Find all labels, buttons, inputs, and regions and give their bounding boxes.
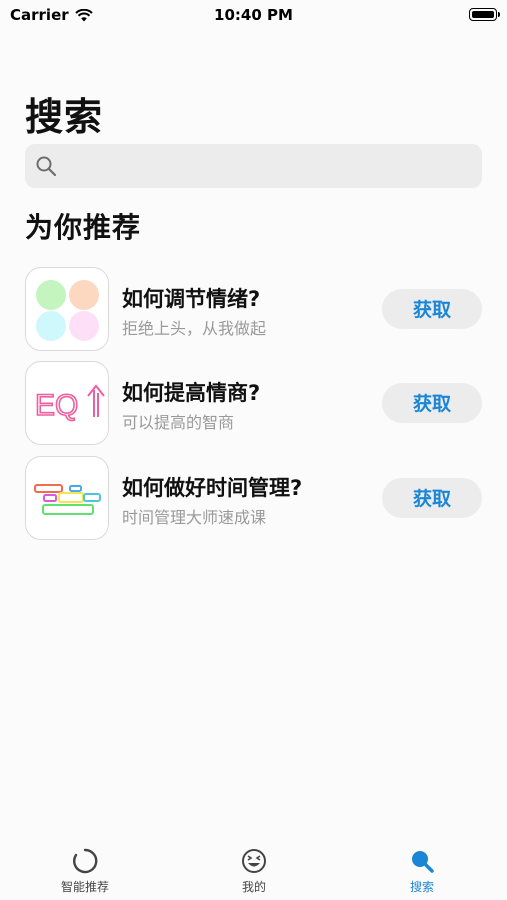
app-name: 如何提高情商? xyxy=(122,381,261,405)
tab-mine[interactable]: 我的 xyxy=(194,840,314,900)
get-button[interactable]: 获取 xyxy=(382,289,482,329)
app-subtitle: 时间管理大师速成课 xyxy=(122,508,267,527)
list-item[interactable]: 如何调节情绪? 拒绝上头，从我做起 获取 xyxy=(25,267,482,351)
loading-ring-icon xyxy=(73,848,98,874)
app-name: 如何做好时间管理? xyxy=(122,476,303,500)
battery-icon xyxy=(469,8,500,21)
tab-label: 搜索 xyxy=(409,880,434,894)
get-button[interactable]: 获取 xyxy=(382,478,482,518)
tab-bar: 智能推荐 我的 搜索 xyxy=(0,840,507,900)
app-subtitle: 拒绝上头，从我做起 xyxy=(122,319,267,338)
tab-label: 智能推荐 xyxy=(60,880,109,894)
page-title: 搜索 xyxy=(25,95,104,139)
tab-search[interactable]: 搜索 xyxy=(362,840,482,900)
app-name: 如何调节情绪? xyxy=(122,287,261,311)
time-blocks-icon xyxy=(25,456,109,540)
list-item[interactable]: EQ 如何提高情商? 可以提高的智商 获取 xyxy=(25,361,482,445)
app-subtitle: 可以提高的智商 xyxy=(122,413,235,432)
eq-text: EQ xyxy=(35,389,78,422)
tab-label: 我的 xyxy=(241,880,266,894)
section-title: 为你推荐 xyxy=(25,211,142,244)
search-input[interactable] xyxy=(25,144,482,188)
status-bar: Carrier 10:40 PM xyxy=(0,0,507,30)
eq-icon: EQ xyxy=(25,361,109,445)
list-item[interactable]: 如何做好时间管理? 时间管理大师速成课 获取 xyxy=(25,456,482,540)
laughing-face-icon xyxy=(242,849,266,873)
search-icon xyxy=(412,851,434,873)
clock: 10:40 PM xyxy=(214,6,293,24)
tab-smart-recommend[interactable]: 智能推荐 xyxy=(25,840,145,900)
color-circles-icon xyxy=(25,267,109,351)
get-button[interactable]: 获取 xyxy=(382,383,482,423)
search-icon xyxy=(36,156,57,177)
